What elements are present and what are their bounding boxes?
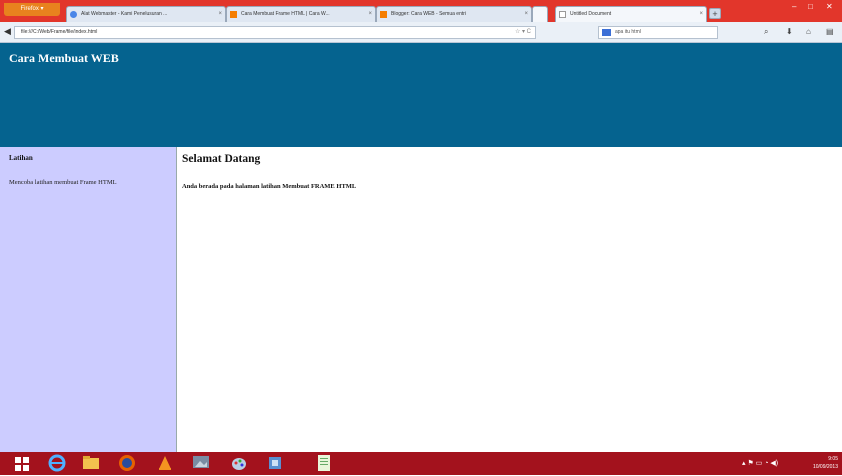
maximize-button[interactable]: □ bbox=[808, 2, 813, 11]
search-go-icon[interactable]: ⌕ bbox=[764, 27, 768, 37]
page-header: Cara Membuat WEB bbox=[0, 43, 842, 147]
page-icon bbox=[559, 11, 566, 18]
google-search-icon bbox=[602, 29, 611, 36]
paint-icon[interactable] bbox=[230, 454, 250, 473]
system-tray-icons[interactable]: ▴ ⚑ ▭ ◔ ◀) bbox=[742, 459, 778, 467]
tab-webmaster[interactable]: Alat Webmaster - Kami Penelusuran ... × bbox=[66, 6, 226, 22]
clock-time: 9:05 bbox=[828, 456, 838, 462]
blogger-icon bbox=[230, 11, 237, 18]
bookmarks-icon[interactable]: ▤ bbox=[826, 27, 834, 36]
reload-icon[interactable]: ☆ ▾ C bbox=[515, 27, 531, 38]
sidebar-title: Latihan bbox=[9, 154, 33, 162]
browser-titlebar: Firefox ▾ Alat Webmaster - Kami Penelusu… bbox=[0, 0, 842, 22]
file-explorer-icon[interactable] bbox=[82, 454, 102, 473]
close-tab-icon[interactable]: × bbox=[218, 7, 222, 21]
close-window-button[interactable]: ✕ bbox=[826, 2, 833, 11]
windows-start-icon[interactable] bbox=[12, 454, 32, 473]
navigation-toolbar: ◀ file:///C:/Web/Frame/file/index.html ☆… bbox=[0, 22, 842, 43]
taskbar-clock[interactable]: 9:05 10/09/2013 bbox=[813, 455, 838, 471]
url-bar[interactable]: file:///C:/Web/Frame/file/index.html ☆ ▾… bbox=[14, 26, 536, 39]
photos-icon[interactable] bbox=[192, 454, 212, 473]
download-icon[interactable]: ⬇ bbox=[786, 27, 793, 36]
tab-title: Blogger: Cara WEB - Semua entri bbox=[391, 11, 467, 17]
close-tab-icon[interactable]: × bbox=[699, 7, 703, 21]
sidebar-link-frame-html[interactable]: Mencoba latihan membuat Frame HTML bbox=[9, 179, 117, 186]
tab-title: Alat Webmaster - Kami Penelusuran ... bbox=[81, 11, 168, 17]
tab-title: Untitled Document bbox=[570, 11, 612, 17]
google-icon bbox=[70, 11, 77, 18]
welcome-heading: Selamat Datang bbox=[182, 153, 261, 165]
tab-cara-membuat-frame[interactable]: Cara Membuat Frame HTML | Cara W... × bbox=[226, 6, 376, 22]
back-arrow-icon[interactable]: ◀ bbox=[4, 26, 11, 37]
main-frame: Selamat Datang Anda berada pada halaman … bbox=[176, 147, 842, 452]
close-tab-icon[interactable]: × bbox=[368, 7, 372, 21]
utility-icon[interactable] bbox=[266, 454, 286, 473]
home-icon[interactable]: ⌂ bbox=[806, 27, 811, 36]
notepad-icon[interactable] bbox=[316, 454, 336, 473]
tab-blogger[interactable]: Blogger: Cara WEB - Semua entri × bbox=[376, 6, 532, 22]
page-title: Cara Membuat WEB bbox=[9, 51, 119, 65]
internet-explorer-icon[interactable] bbox=[48, 454, 68, 473]
windows-taskbar: ▴ ⚑ ▭ ◔ ◀) 9:05 10/09/2013 bbox=[0, 452, 842, 475]
url-text: file:///C:/Web/Frame/file/index.html bbox=[21, 29, 98, 35]
firefox-icon[interactable] bbox=[118, 454, 138, 473]
minimize-button[interactable]: – bbox=[792, 2, 796, 11]
tab-untitled-document[interactable]: Untitled Document × bbox=[555, 6, 707, 22]
blogger-icon bbox=[380, 11, 387, 18]
tab-title: Cara Membuat Frame HTML | Cara W... bbox=[241, 11, 330, 17]
firefox-menu-button[interactable]: Firefox ▾ bbox=[4, 3, 60, 16]
vlc-icon[interactable] bbox=[156, 454, 176, 473]
close-tab-icon[interactable]: × bbox=[524, 7, 528, 21]
new-tab-button[interactable]: + bbox=[709, 8, 721, 19]
sidebar-frame: Latihan Mencoba latihan membuat Frame HT… bbox=[0, 147, 176, 452]
welcome-text: Anda berada pada halaman latihan Membuat… bbox=[182, 183, 357, 190]
search-box[interactable]: apa itu html bbox=[598, 26, 718, 39]
clock-date: 10/09/2013 bbox=[812, 464, 838, 470]
search-text: apa itu html bbox=[615, 29, 641, 35]
